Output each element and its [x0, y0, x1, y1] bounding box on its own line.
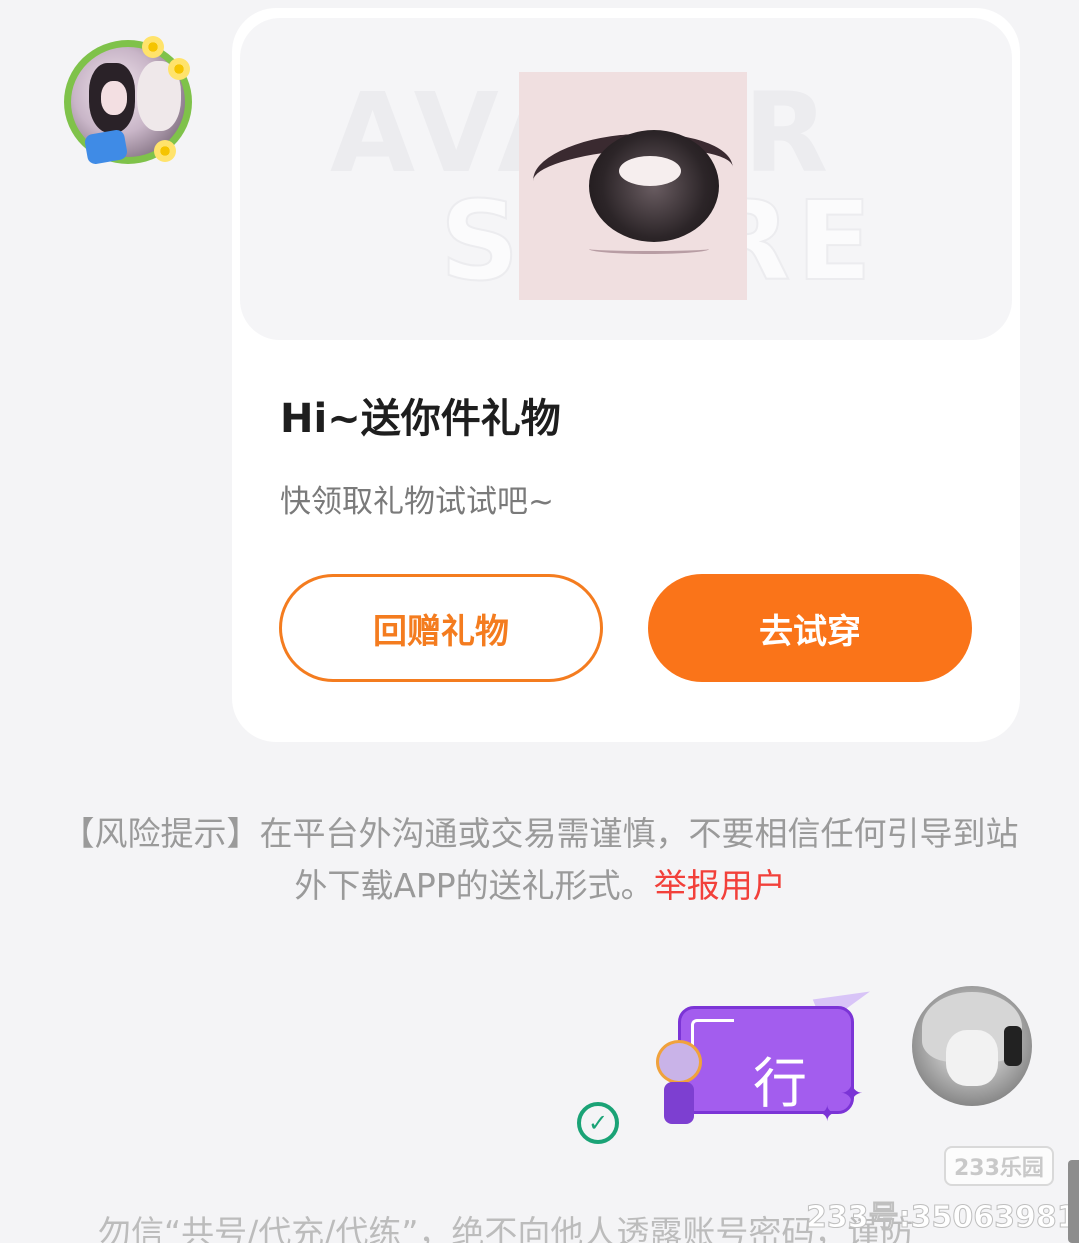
report-user-link[interactable]: 举报用户 — [654, 866, 786, 905]
chibi-character — [650, 1040, 708, 1134]
sparkle-icon: ✦ — [840, 1077, 864, 1110]
gift-title: Hi~送你件礼物 — [280, 396, 561, 442]
risk-notice: 【风险提示】在平台外沟通或交易需谨慎，不要相信任何引导到站外下载APP的送礼形式… — [60, 808, 1020, 912]
sparkle-icon: ✦ — [818, 1102, 837, 1127]
check-circle-icon: ✓ — [577, 1102, 619, 1144]
headphone-icon — [1004, 1026, 1022, 1066]
sticker-text: 行 — [753, 1052, 813, 1115]
avatar-figure — [89, 63, 135, 133]
return-gift-button[interactable]: 回赠礼物 — [279, 574, 603, 682]
chibi-body — [664, 1082, 694, 1124]
self-avatar[interactable] — [912, 986, 1032, 1106]
app-logo-watermark: 233乐园 — [944, 1146, 1054, 1186]
account-watermark: 233号:350639811 — [806, 1200, 1079, 1236]
try-on-button[interactable]: 去试穿 — [648, 574, 972, 682]
flower-decoration-icon — [168, 58, 190, 80]
gift-banner: AVATAR STORE — [240, 18, 1012, 340]
scrollbar-thumb[interactable] — [1068, 1160, 1079, 1243]
avatar-face — [946, 1030, 998, 1086]
eye-iris-shape — [589, 130, 719, 242]
risk-notice-text: 【风险提示】在平台外沟通或交易需谨慎，不要相信任何引导到站外下载APP的送礼形式… — [61, 814, 1019, 905]
gift-message-card[interactable]: AVATAR STORE Hi~送你件礼物 快领取礼物试试吧~ 回赠礼物 去试穿 — [232, 8, 1020, 742]
sticker-message[interactable]: 行 ✦ ✦ — [650, 978, 876, 1136]
eye-highlight-shape — [619, 156, 681, 186]
gift-subtitle: 快领取礼物试试吧~ — [280, 484, 554, 520]
chibi-head — [656, 1040, 702, 1084]
flower-decoration-icon — [154, 140, 176, 162]
gift-item-image[interactable] — [519, 72, 747, 300]
eye-lower-line — [589, 244, 709, 254]
flower-decoration-icon — [142, 36, 164, 58]
sender-avatar[interactable] — [58, 36, 198, 166]
